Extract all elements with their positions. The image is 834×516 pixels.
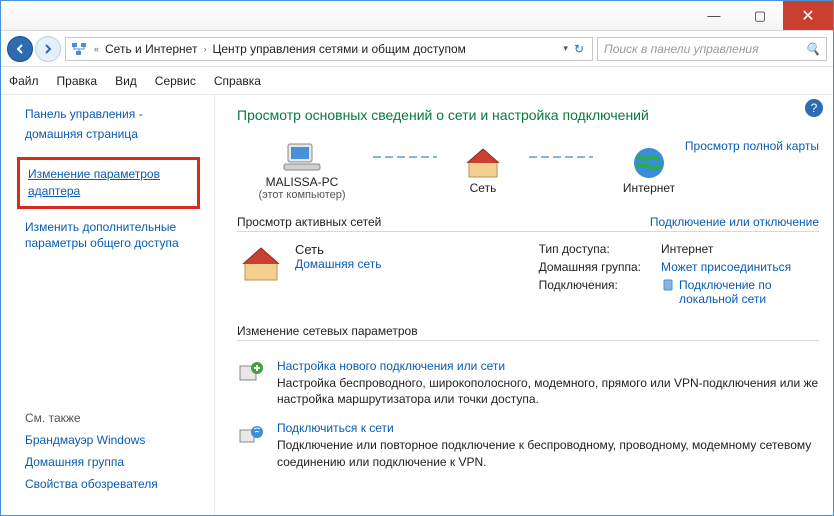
menu-view[interactable]: Вид xyxy=(115,74,137,88)
homegroup-label: Домашняя группа: xyxy=(539,260,641,274)
network-type-link[interactable]: Домашняя сеть xyxy=(295,257,381,271)
help-icon[interactable]: ? xyxy=(805,99,823,117)
close-button[interactable]: ✕ xyxy=(783,1,833,30)
map-node-pc: MALISSA-PC (этот компьютер) xyxy=(237,139,367,201)
chevron-back-icon: « xyxy=(90,44,103,54)
network-name: Сеть xyxy=(295,242,381,257)
active-network: Сеть Домашняя сеть Тип доступа: Интернет… xyxy=(237,242,819,306)
firewall-link[interactable]: Брандмауэр Windows xyxy=(25,433,196,447)
minimize-button[interactable]: — xyxy=(691,1,737,30)
task-new-connection[interactable]: Настройка нового подключения или сети На… xyxy=(237,359,819,407)
view-full-map-link[interactable]: Просмотр полной карты xyxy=(685,139,819,153)
task-title: Подключиться к сети xyxy=(277,421,819,435)
nav-buttons xyxy=(7,36,61,62)
connection-line xyxy=(529,156,593,158)
network-icon xyxy=(70,40,88,58)
connect-disconnect-link[interactable]: Подключение или отключение xyxy=(650,215,819,229)
connect-icon xyxy=(237,421,265,449)
refresh-icon[interactable]: ↻ xyxy=(570,42,588,56)
access-value: Интернет xyxy=(661,242,819,256)
house-icon xyxy=(237,242,285,286)
tasks: Настройка нового подключения или сети На… xyxy=(237,359,819,470)
dropdown-icon[interactable]: ▾ xyxy=(563,43,568,54)
main-panel: ? Просмотр основных сведений о сети и на… xyxy=(215,95,833,515)
chevron-icon: › xyxy=(199,44,210,54)
task-desc: Настройка беспроводного, широкополосного… xyxy=(277,375,819,407)
control-panel-home[interactable]: домашняя страница xyxy=(25,127,196,141)
breadcrumb-item[interactable]: Центр управления сетями и общим доступом xyxy=(212,42,466,56)
section-label: Изменение сетевых параметров xyxy=(237,324,418,338)
window: — ▢ ✕ « Сеть и Интернет › Центр управлен… xyxy=(0,0,834,516)
connections-label: Подключения: xyxy=(539,278,641,306)
network-map: Просмотр полной карты MALISSA-PC (этот к… xyxy=(237,139,819,201)
breadcrumb-item[interactable]: Сеть и Интернет xyxy=(105,42,197,56)
search-input[interactable]: Поиск в панели управления 🔍 xyxy=(597,37,827,61)
access-label: Тип доступа: xyxy=(539,242,641,256)
network-name: Сеть xyxy=(470,181,497,195)
house-icon xyxy=(461,145,505,181)
connection-link[interactable]: Подключение по локальной сети xyxy=(679,278,819,306)
sidebar: Панель управления - домашняя страница Из… xyxy=(1,95,215,515)
control-panel-home[interactable]: Панель управления - xyxy=(25,107,196,121)
pc-sub: (этот компьютер) xyxy=(258,189,345,201)
maximize-button[interactable]: ▢ xyxy=(737,1,783,30)
page-title: Просмотр основных сведений о сети и наст… xyxy=(237,107,819,123)
connection-line xyxy=(373,156,437,158)
titlebar: — ▢ ✕ xyxy=(1,1,833,31)
menu-edit[interactable]: Правка xyxy=(57,74,98,88)
adapter-icon xyxy=(661,278,675,292)
see-also: См. также Брандмауэр Windows Домашняя гр… xyxy=(25,411,196,505)
active-networks-header: Просмотр активных сетей Подключение или … xyxy=(237,215,819,232)
see-also-header: См. также xyxy=(25,411,196,425)
homegroup-link[interactable]: Может присоединиться xyxy=(661,260,819,274)
ie-options-link[interactable]: Свойства обозревателя xyxy=(25,477,196,491)
task-connect[interactable]: Подключиться к сети Подключение или повт… xyxy=(237,421,819,469)
task-desc: Подключение или повторное подключение к … xyxy=(277,437,819,469)
search-icon: 🔍 xyxy=(805,42,820,56)
globe-icon xyxy=(627,145,671,181)
address-bar: « Сеть и Интернет › Центр управления сет… xyxy=(1,31,833,67)
map-node-network: Сеть xyxy=(443,145,523,195)
content: Панель управления - домашняя страница Из… xyxy=(1,95,833,515)
section-label: Просмотр активных сетей xyxy=(237,215,381,229)
computer-icon xyxy=(280,139,324,175)
menu-file[interactable]: Файл xyxy=(9,74,39,88)
forward-button[interactable] xyxy=(35,36,61,62)
breadcrumb[interactable]: « Сеть и Интернет › Центр управления сет… xyxy=(65,37,593,61)
menu-tools[interactable]: Сервис xyxy=(155,74,196,88)
wizard-icon xyxy=(237,359,265,387)
homegroup-link[interactable]: Домашняя группа xyxy=(25,455,196,469)
internet-name: Интернет xyxy=(623,181,675,195)
task-title: Настройка нового подключения или сети xyxy=(277,359,819,373)
menu-help[interactable]: Справка xyxy=(214,74,261,88)
search-placeholder: Поиск в панели управления xyxy=(604,42,759,56)
change-sharing-settings-link[interactable]: Изменить дополнительные параметры общего… xyxy=(25,219,196,253)
pc-name: MALISSA-PC xyxy=(266,175,339,189)
menu-bar: Файл Правка Вид Сервис Справка xyxy=(1,67,833,95)
change-settings-header: Изменение сетевых параметров xyxy=(237,324,819,341)
back-button[interactable] xyxy=(7,36,33,62)
change-adapter-settings-link[interactable]: Изменение параметров адаптера xyxy=(17,157,200,209)
